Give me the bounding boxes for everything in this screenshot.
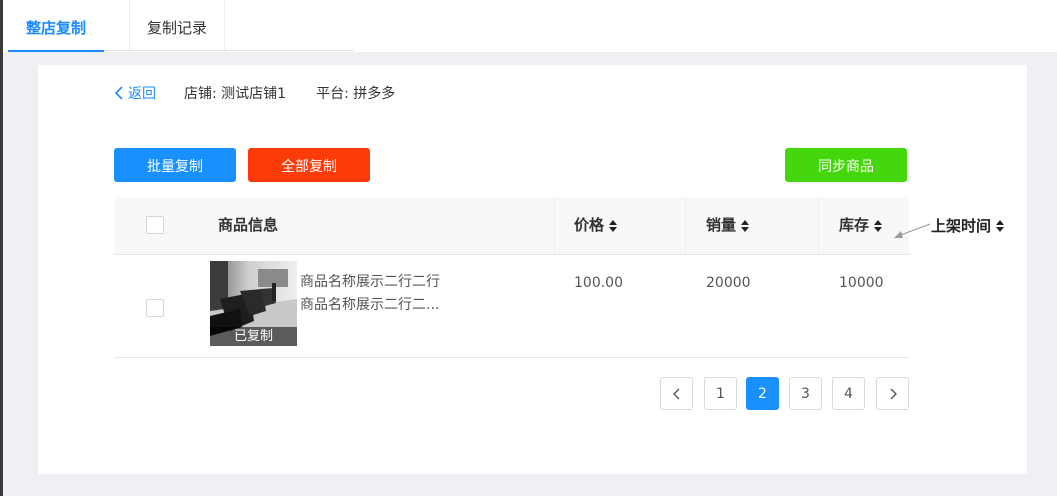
breadcrumb: 返回 店铺: 测试店铺1 平台: 拼多多 bbox=[114, 83, 395, 103]
page-button-2[interactable]: 2 bbox=[746, 377, 779, 410]
page-button-1[interactable]: 1 bbox=[704, 377, 737, 410]
platform-info: 平台: 拼多多 bbox=[316, 83, 395, 103]
column-divider bbox=[818, 197, 819, 254]
stock-cell: 10000 bbox=[839, 275, 884, 291]
window-edge bbox=[0, 0, 3, 496]
tab-divider bbox=[104, 50, 354, 51]
prev-page-button[interactable] bbox=[660, 377, 693, 410]
sales-cell: 20000 bbox=[706, 275, 751, 291]
back-link[interactable]: 返回 bbox=[114, 83, 156, 103]
product-name-line1: 商品名称展示二行二行 bbox=[300, 274, 440, 290]
annotation-arrow-icon bbox=[894, 223, 931, 238]
product-name-line2: 商品名称展示二行二... bbox=[300, 297, 440, 313]
store-label: 店铺: bbox=[184, 86, 217, 102]
chevron-left-icon bbox=[672, 388, 679, 400]
store-value: 测试店铺1 bbox=[221, 86, 287, 102]
back-label: 返回 bbox=[128, 86, 156, 102]
copied-badge: 已复制 bbox=[210, 327, 297, 346]
batch-copy-button[interactable]: 批量复制 bbox=[114, 148, 236, 182]
column-product-info: 商品信息 bbox=[218, 197, 278, 254]
column-sales[interactable]: 销量 bbox=[706, 197, 750, 254]
column-price-label: 价格 bbox=[574, 216, 605, 234]
chevron-right-icon bbox=[890, 388, 897, 400]
tab-copy-records[interactable]: 复制记录 bbox=[129, 0, 225, 52]
column-sales-label: 销量 bbox=[706, 216, 737, 234]
copy-all-button[interactable]: 全部复制 bbox=[248, 148, 370, 182]
column-stock[interactable]: 库存 bbox=[839, 197, 883, 254]
tab-bar: 整店复制 复制记录 bbox=[3, 0, 1057, 52]
sort-icon[interactable] bbox=[996, 219, 1005, 232]
platform-value: 拼多多 bbox=[353, 86, 396, 102]
page-button-4[interactable]: 4 bbox=[832, 377, 865, 410]
price-cell: 100.00 bbox=[574, 275, 623, 291]
column-price[interactable]: 价格 bbox=[574, 197, 618, 254]
sort-icon[interactable] bbox=[609, 219, 618, 232]
column-stock-label: 库存 bbox=[839, 216, 870, 234]
row-checkbox[interactable] bbox=[146, 299, 164, 317]
sync-products-button[interactable]: 同步商品 bbox=[785, 148, 907, 182]
column-divider bbox=[685, 197, 686, 254]
column-listing-time[interactable]: 上架时间 bbox=[931, 215, 1005, 236]
product-name: 商品名称展示二行二行 商品名称展示二行二... bbox=[300, 271, 454, 317]
product-thumbnail: 已复制 bbox=[210, 261, 297, 346]
chevron-left-icon bbox=[114, 86, 123, 100]
store-info: 店铺: 测试店铺1 bbox=[184, 83, 286, 103]
column-product-info-label: 商品信息 bbox=[218, 216, 279, 234]
column-listing-time-label: 上架时间 bbox=[931, 217, 992, 235]
page-button-3[interactable]: 3 bbox=[789, 377, 822, 410]
next-page-button[interactable] bbox=[876, 377, 909, 410]
column-divider bbox=[554, 197, 555, 254]
tab-whole-store-copy[interactable]: 整店复制 bbox=[8, 0, 104, 52]
table-row: 已复制 商品名称展示二行二行 商品名称展示二行二... 100.00 20000… bbox=[114, 255, 909, 358]
select-all-checkbox[interactable] bbox=[146, 216, 164, 234]
sort-icon[interactable] bbox=[741, 219, 750, 232]
platform-label: 平台: bbox=[316, 86, 349, 102]
main-card: 返回 店铺: 测试店铺1 平台: 拼多多 批量复制 全部复制 同步商品 商品信息… bbox=[38, 65, 1027, 474]
sort-icon[interactable] bbox=[874, 219, 883, 232]
table-header: 商品信息 价格 销量 库存 bbox=[114, 197, 909, 255]
